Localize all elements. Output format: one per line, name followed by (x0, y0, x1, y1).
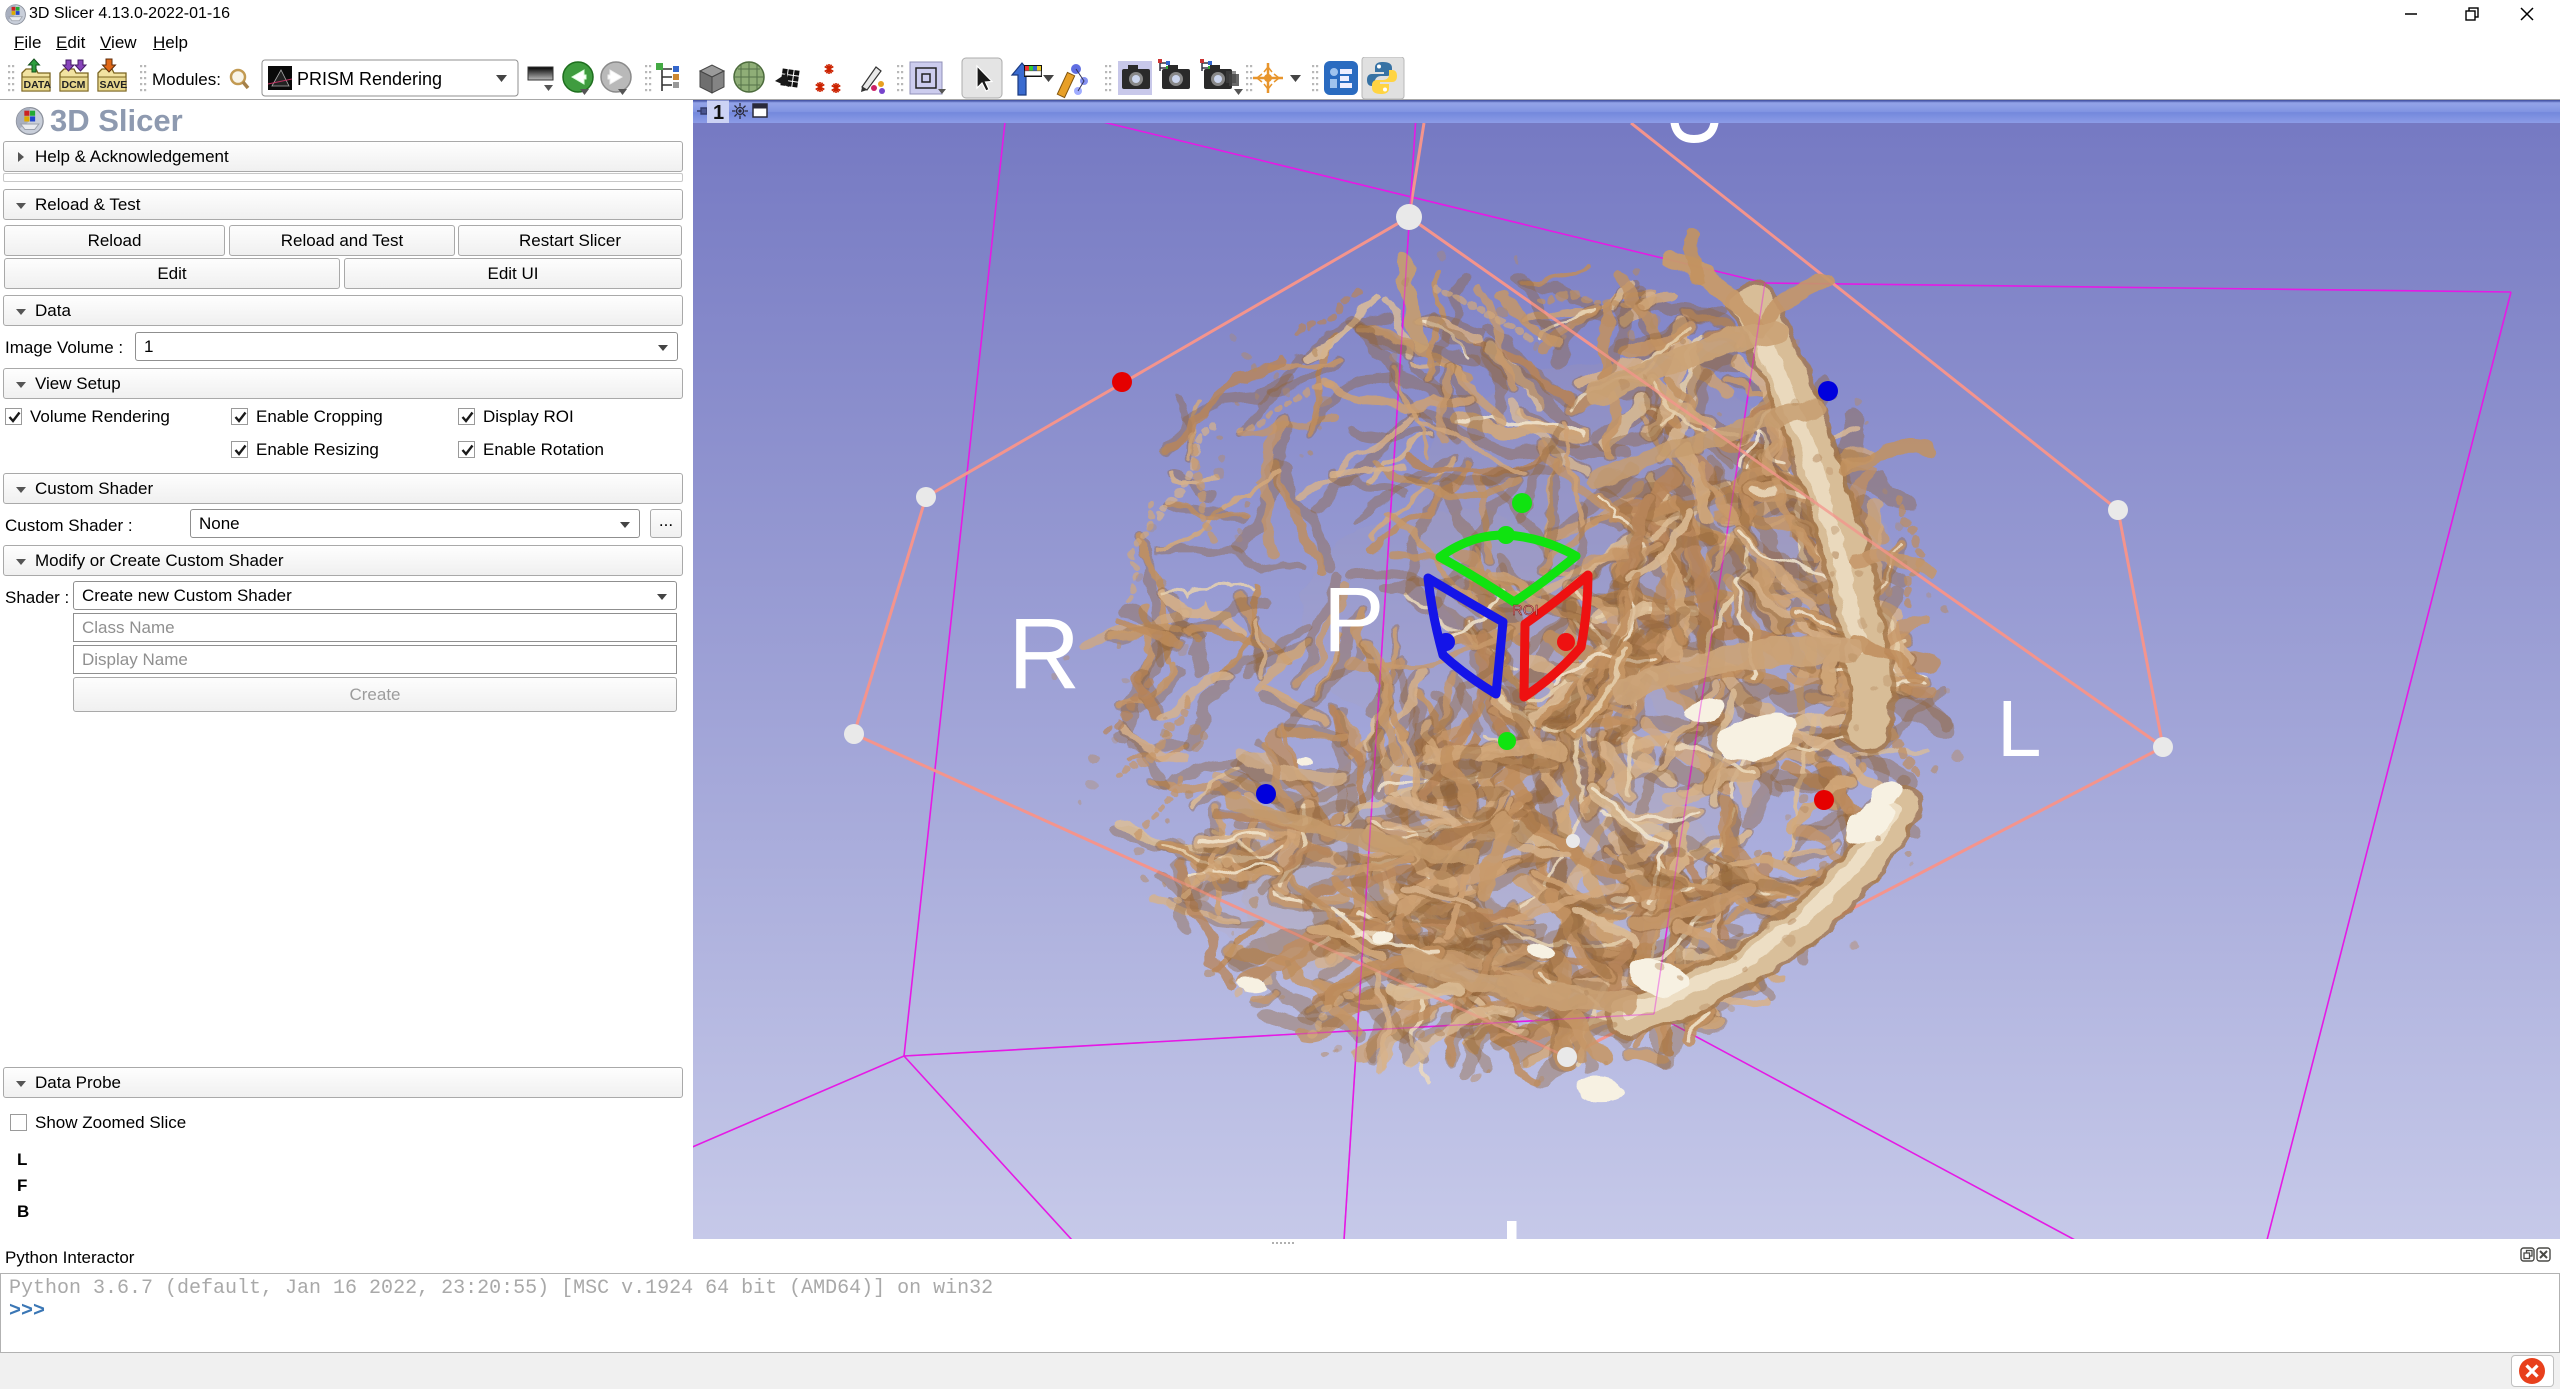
svg-text:DCM: DCM (62, 79, 86, 91)
svg-text:R: R (1008, 598, 1080, 710)
svg-text:PRISM Rendering: PRISM Rendering (297, 69, 442, 89)
svg-text:1: 1 (713, 102, 724, 124)
svg-text:P: P (1323, 569, 1384, 671)
svg-text:Modules:: Modules: (152, 70, 221, 89)
svg-text:L: L (1997, 684, 2042, 773)
svg-text:SAVE: SAVE (100, 79, 128, 91)
svg-text:DATA: DATA (24, 79, 52, 91)
svg-text:ROI: ROI (1512, 602, 1539, 619)
